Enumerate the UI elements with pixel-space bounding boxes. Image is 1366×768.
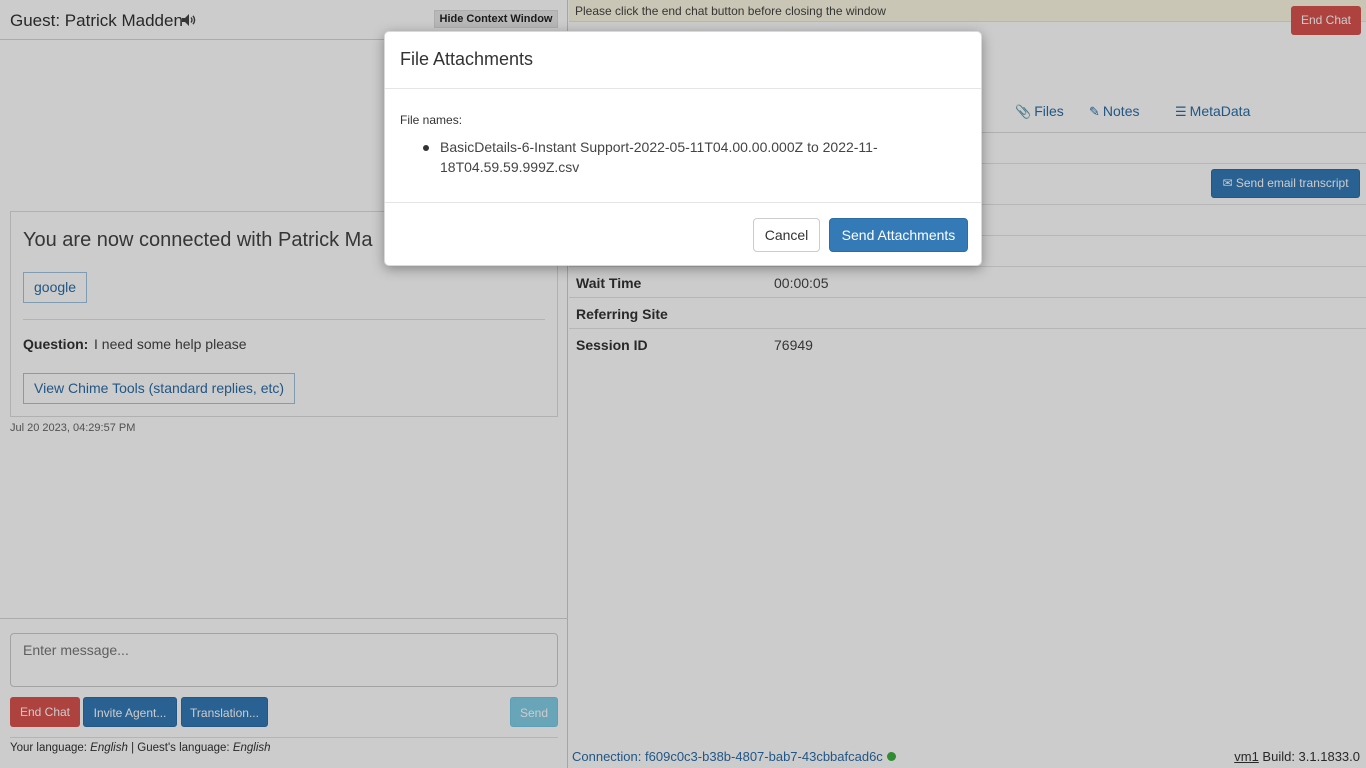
bullet-icon: [423, 145, 429, 151]
modal-body: File names: BasicDetails-6-Instant Suppo…: [385, 89, 981, 202]
modal-title: File Attachments: [400, 49, 534, 69]
modal-header: File Attachments: [385, 32, 981, 89]
cancel-button[interactable]: Cancel: [753, 218, 820, 252]
file-names-label: File names:: [400, 113, 463, 127]
file-name: BasicDetails-6-Instant Support-2022-05-1…: [440, 139, 878, 175]
send-attachments-button[interactable]: Send Attachments: [829, 218, 968, 252]
file-attachments-modal: File Attachments File names: BasicDetail…: [384, 31, 982, 266]
modal-footer: Cancel Send Attachments: [385, 202, 981, 267]
